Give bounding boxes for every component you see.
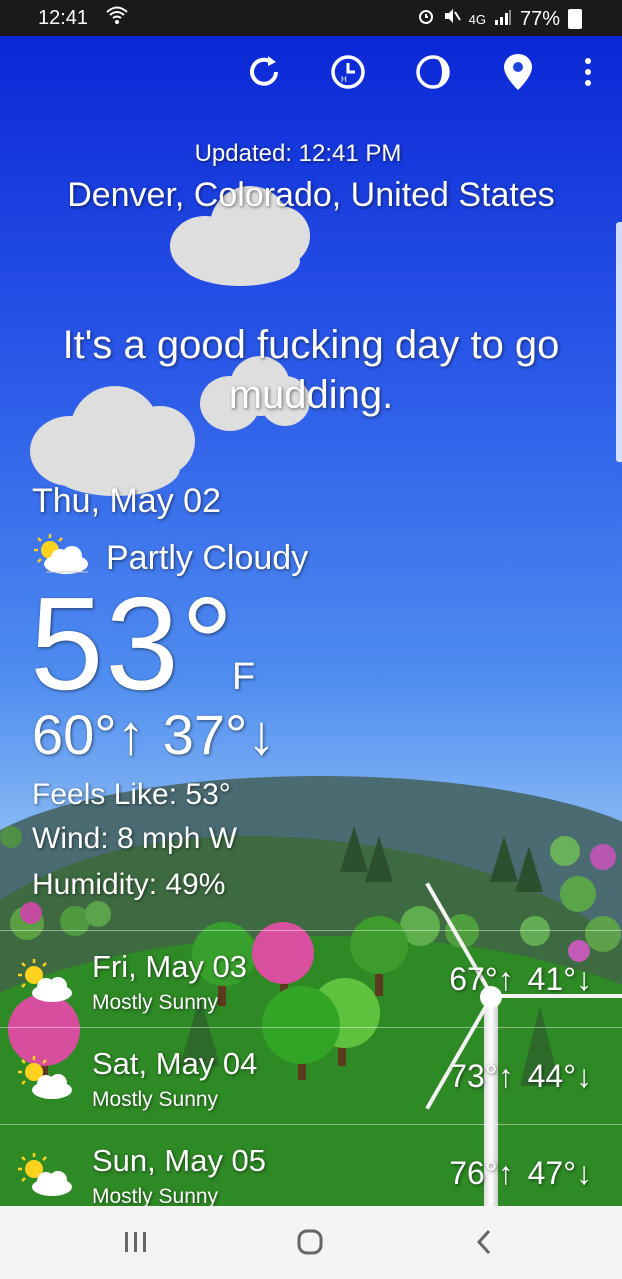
forecast-row[interactable]: Fri, May 03 Mostly Sunny 67°↑ 41°↓ xyxy=(0,930,622,1027)
forecast-high: 76°↑ xyxy=(449,1155,514,1191)
mostly-sunny-icon xyxy=(16,1056,76,1100)
arrow-up-icon: ↑ xyxy=(497,1155,514,1191)
pine-tree xyxy=(490,836,518,882)
temperature-unit: F xyxy=(232,656,256,698)
overflow-menu-icon xyxy=(583,57,593,92)
battery-percent: 77% xyxy=(519,7,560,30)
forecast-high: 67°↑ xyxy=(449,961,514,997)
arrow-down-icon: ↓ xyxy=(247,703,276,766)
forecast-low: 41°↓ xyxy=(527,961,592,997)
status-time: 12:41 xyxy=(38,7,89,29)
updated-time: Updated: 12:41 PM xyxy=(194,140,402,167)
pine-tree xyxy=(515,846,543,892)
arrow-up-icon: ↑ xyxy=(116,703,145,766)
tree xyxy=(550,836,580,866)
alarm-icon xyxy=(417,7,435,31)
tree xyxy=(0,826,22,848)
home-button[interactable] xyxy=(280,1224,340,1264)
today-low: 37°↓ xyxy=(162,703,276,766)
arrow-down-icon: ↓ xyxy=(576,1155,592,1191)
arrow-up-icon: ↑ xyxy=(497,961,514,997)
humidity-info: Humidity: 49% xyxy=(32,868,226,901)
history-button[interactable]: H xyxy=(326,52,370,96)
back-button[interactable] xyxy=(454,1224,514,1264)
forecast-day: Sat, May 04 xyxy=(92,1046,258,1081)
forecast-temps: 67°↑ 41°↓ xyxy=(449,961,592,998)
refresh-icon xyxy=(244,52,284,97)
mostly-sunny-icon xyxy=(16,1153,76,1197)
recent-apps-icon xyxy=(123,1230,149,1259)
status-bar: 12:41 4G 77% xyxy=(0,0,622,36)
battery-icon xyxy=(568,9,582,29)
location-name: Denver, Colorado, United States xyxy=(67,176,555,214)
arrow-down-icon: ↓ xyxy=(576,961,592,997)
network-type: 4G xyxy=(468,11,486,27)
overflow-menu-button[interactable] xyxy=(566,52,610,96)
tree xyxy=(20,902,42,924)
forecast-condition: Mostly Sunny xyxy=(92,991,219,1014)
arrow-down-icon: ↓ xyxy=(576,1058,592,1094)
tree xyxy=(590,844,616,870)
arrow-up-icon: ↑ xyxy=(497,1058,514,1094)
history-icon: H xyxy=(328,52,368,97)
wind-info: Wind: 8 mph W xyxy=(32,822,238,855)
tree xyxy=(85,901,111,927)
back-icon xyxy=(474,1229,494,1260)
system-navigation-bar xyxy=(0,1206,622,1279)
forecast-high: 73°↑ xyxy=(449,1058,514,1094)
feels-like: Feels Like: 53° xyxy=(32,778,231,811)
weather-quote: It's a good fucking day to go mudding. xyxy=(62,323,560,417)
today-high: 60°↑ xyxy=(32,703,145,766)
wifi-icon xyxy=(106,5,128,30)
tree xyxy=(560,876,596,912)
pine-tree xyxy=(365,836,393,882)
moon-phase-icon xyxy=(413,52,453,97)
top-toolbar: H xyxy=(0,52,622,108)
location-button[interactable] xyxy=(496,52,540,96)
forecast-condition: Mostly Sunny xyxy=(92,1185,219,1207)
edge-panel-handle[interactable] xyxy=(616,222,622,462)
forecast-day: Fri, May 03 xyxy=(92,949,248,984)
high-low-row: 60°↑ 37°↓ xyxy=(32,702,275,767)
current-date: Thu, May 02 xyxy=(32,482,221,520)
home-icon xyxy=(296,1229,324,1260)
recent-apps-button[interactable] xyxy=(106,1224,166,1264)
status-right-group: 4G 77% xyxy=(417,7,582,31)
forecast-low: 47°↓ xyxy=(527,1155,592,1191)
refresh-button[interactable] xyxy=(242,52,286,96)
forecast-day: Sun, May 05 xyxy=(92,1143,267,1178)
forecast-row[interactable]: Sat, May 04 Mostly Sunny 73°↑ 44°↓ xyxy=(0,1027,622,1124)
moon-phase-button[interactable] xyxy=(411,52,455,96)
svg-text:H: H xyxy=(341,75,347,84)
location-pin-icon xyxy=(501,52,535,97)
current-temperature: 53° xyxy=(30,570,236,717)
signal-icon xyxy=(494,8,512,31)
forecast-row[interactable]: Sun, May 05 Mostly Sunny 76°↑ 47°↓ xyxy=(0,1124,622,1207)
forecast-low: 44°↓ xyxy=(527,1058,592,1094)
mostly-sunny-icon xyxy=(16,959,76,1003)
forecast-temps: 76°↑ 47°↓ xyxy=(449,1155,592,1192)
pine-tree xyxy=(340,826,368,872)
forecast-temps: 73°↑ 44°↓ xyxy=(449,1058,592,1095)
forecast-condition: Mostly Sunny xyxy=(92,1088,219,1111)
mute-icon xyxy=(443,7,461,31)
